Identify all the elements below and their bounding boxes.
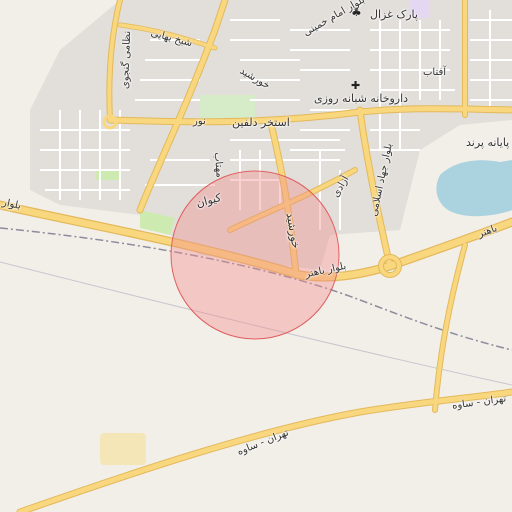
label-aftab: آفتاب [423, 67, 447, 78]
pharmacy-icon[interactable]: ✚ [351, 80, 360, 91]
label-mahtab: مهتاب [211, 151, 225, 179]
label-pool: استخر دلفین [232, 116, 290, 129]
label-pharmacy: داروخانه شبانه روزی [314, 92, 409, 105]
map-view[interactable]: ♣ ✚ پارک غزال بلوار امام خمینی شیخ بهایی… [0, 0, 512, 512]
label-park-ghazal: پارک غزال [370, 8, 418, 21]
label-nezami-ganjavi: نظامی گنجوی [120, 30, 134, 90]
label-parand-terminal: پایانه پرند [466, 136, 510, 149]
sand-patch [100, 433, 146, 465]
label-noor: نور [193, 116, 206, 127]
